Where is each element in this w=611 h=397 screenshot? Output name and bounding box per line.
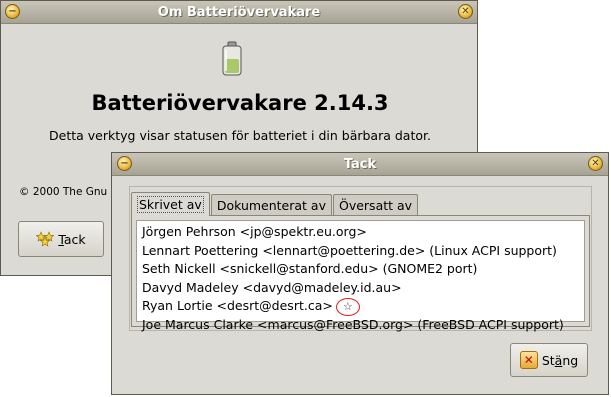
list-item: Seth Nickell <snickell@stanford.edu> (GN… bbox=[142, 261, 478, 276]
close-button[interactable]: ✕ Stäng bbox=[510, 343, 588, 377]
minimize-icon[interactable]: − bbox=[117, 156, 132, 171]
minimize-icon[interactable]: − bbox=[5, 4, 20, 19]
close-button-label: Stäng bbox=[541, 352, 579, 368]
about-window-title: Om Batteriövervakare bbox=[157, 4, 321, 20]
app-name: Batteriövervakare 2.14.3 bbox=[91, 91, 389, 115]
close-window-icon[interactable]: ✕ bbox=[588, 156, 603, 171]
credits-dialog: − Tack ✕ Skrivet av Dokumenterat av Över… bbox=[111, 152, 609, 395]
tab-written-by[interactable]: Skrivet av bbox=[131, 192, 210, 216]
authors-list[interactable]: Jörgen Pehrson <jp@spektr.eu.org> Lennar… bbox=[136, 220, 585, 332]
credits-titlebar[interactable]: − Tack ✕ bbox=[112, 153, 608, 176]
credits-tabs: Skrivet av Dokumenterat av Översatt av bbox=[131, 192, 419, 216]
close-icon: ✕ bbox=[519, 351, 538, 369]
list-item: Joe Marcus Clarke <marcus@FreeBSD.org> (… bbox=[142, 316, 564, 332]
tab-translated-by[interactable]: Översatt av bbox=[332, 194, 419, 216]
battery-icon bbox=[222, 41, 242, 76]
credits-button-label: Tack bbox=[58, 231, 86, 247]
star-annotation-icon: ☆ bbox=[335, 297, 360, 316]
stars-icon bbox=[36, 231, 55, 247]
list-item: Ryan Lortie <desrt@desrt.ca> ☆ bbox=[142, 297, 579, 316]
about-titlebar[interactable]: − Om Batteriövervakare ✕ bbox=[1, 1, 477, 24]
tab-panel: Jörgen Pehrson <jp@spektr.eu.org> Lennar… bbox=[131, 215, 590, 332]
credits-button[interactable]: Tack bbox=[18, 221, 104, 257]
credits-window-title: Tack bbox=[343, 156, 377, 172]
tab-documented-by[interactable]: Dokumenterat av bbox=[210, 194, 332, 216]
list-item: Lennart Poettering <lennart@poettering.d… bbox=[142, 242, 557, 258]
list-item: Davyd Madeley <davyd@madeley.id.au> bbox=[142, 279, 402, 295]
list-item: Jörgen Pehrson <jp@spektr.eu.org> bbox=[142, 224, 367, 239]
close-window-icon[interactable]: ✕ bbox=[458, 4, 473, 19]
app-description: Detta verktyg visar statusen för batteri… bbox=[49, 128, 431, 143]
copyright-text: © 2000 The Gnu bbox=[19, 186, 108, 198]
